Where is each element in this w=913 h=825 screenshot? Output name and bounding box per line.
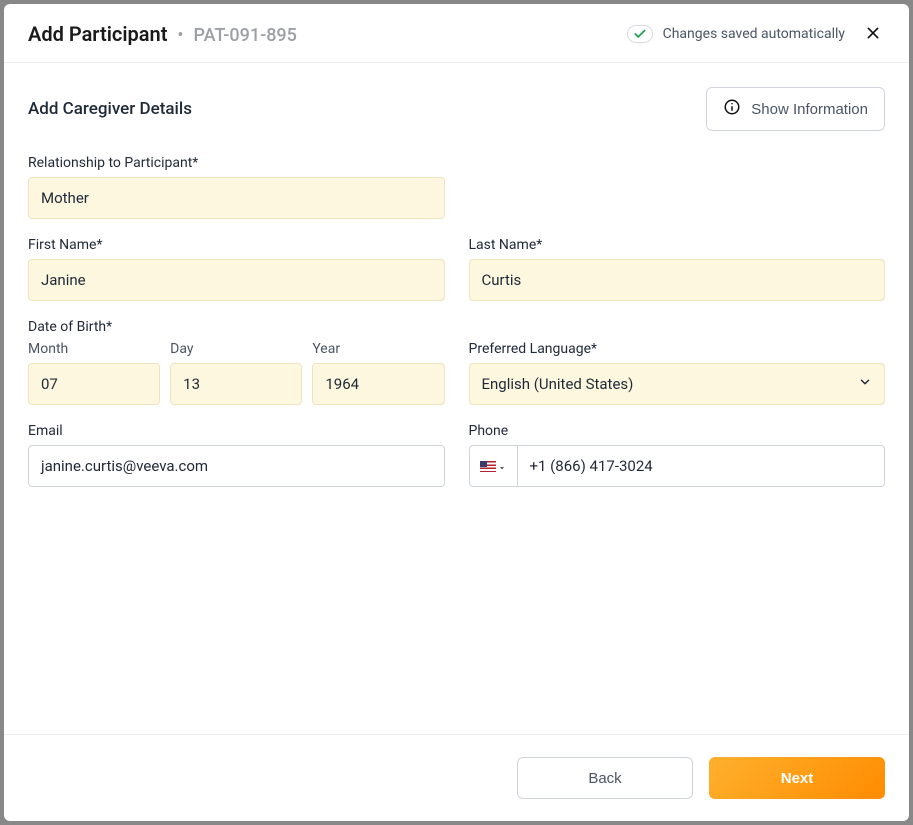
dob-year: Year 1964 xyxy=(312,341,444,405)
section-title: Add Caregiver Details xyxy=(28,99,192,119)
dob-year-input[interactable]: 1964 xyxy=(312,363,444,405)
phone-value: +1 (866) 417-3024 xyxy=(530,457,653,475)
chevron-down-icon xyxy=(858,375,872,393)
field-first-name: First Name* Janine xyxy=(28,237,445,301)
modal-body: Add Caregiver Details Show Information R… xyxy=(4,63,909,734)
next-label: Next xyxy=(781,770,814,787)
section-header: Add Caregiver Details Show Information xyxy=(28,87,885,131)
close-icon xyxy=(865,25,881,44)
dob-year-label: Year xyxy=(312,341,444,357)
phone-label: Phone xyxy=(469,423,886,439)
autosave-status: Changes saved automatically xyxy=(627,25,845,43)
email-input[interactable]: janine.curtis@veeva.com xyxy=(28,445,445,487)
dob-year-value: 1964 xyxy=(325,375,359,393)
dob-day: Day 13 xyxy=(170,341,302,405)
autosave-text: Changes saved automatically xyxy=(663,26,845,42)
first-name-value: Janine xyxy=(41,271,86,289)
relationship-value: Mother xyxy=(41,189,89,207)
last-name-value: Curtis xyxy=(482,271,522,289)
info-icon xyxy=(723,98,741,120)
email-value: janine.curtis@veeva.com xyxy=(41,457,208,475)
dob-group: Month 07 Day 13 Year 1964 xyxy=(28,341,445,405)
language-select[interactable]: English (United States) xyxy=(469,363,886,405)
first-name-input[interactable]: Janine xyxy=(28,259,445,301)
phone-group: +1 (866) 417-3024 xyxy=(469,445,886,487)
field-email: Email janine.curtis@veeva.com xyxy=(28,423,445,487)
language-value: English (United States) xyxy=(482,375,634,393)
relationship-input[interactable]: Mother xyxy=(28,177,445,219)
dob-month-value: 07 xyxy=(41,375,58,393)
title-separator: • xyxy=(177,25,183,46)
checkmark-icon xyxy=(627,25,653,43)
modal-title: Add Participant xyxy=(28,22,167,46)
dob-day-label: Day xyxy=(170,341,302,357)
dob-month-label: Month xyxy=(28,341,160,357)
field-relationship: Relationship to Participant* Mother xyxy=(28,155,445,219)
add-participant-modal: Add Participant • PAT-091-895 Changes sa… xyxy=(4,4,909,821)
last-name-input[interactable]: Curtis xyxy=(469,259,886,301)
field-last-name: Last Name* Curtis xyxy=(469,237,886,301)
flag-us-icon xyxy=(480,461,496,472)
show-information-button[interactable]: Show Information xyxy=(706,87,885,131)
dob-day-input[interactable]: 13 xyxy=(170,363,302,405)
field-phone: Phone +1 (866) 417-3024 xyxy=(469,423,886,487)
back-label: Back xyxy=(588,770,621,787)
modal-footer: Back Next xyxy=(4,734,909,821)
header-actions: Changes saved automatically xyxy=(627,22,885,46)
dob-day-value: 13 xyxy=(183,375,200,393)
header-title-group: Add Participant • PAT-091-895 xyxy=(28,22,297,46)
dob-label: Date of Birth* xyxy=(28,319,445,335)
form-grid: Relationship to Participant* Mother Firs… xyxy=(28,155,885,487)
participant-id: PAT-091-895 xyxy=(194,25,297,46)
email-label: Email xyxy=(28,423,445,439)
dob-month-input[interactable]: 07 xyxy=(28,363,160,405)
field-dob: Date of Birth* Month 07 Day 13 xyxy=(28,319,445,405)
field-language: Preferred Language* English (United Stat… xyxy=(469,319,886,405)
language-label: Preferred Language* xyxy=(469,341,886,357)
dob-month: Month 07 xyxy=(28,341,160,405)
relationship-label: Relationship to Participant* xyxy=(28,155,445,171)
first-name-label: First Name* xyxy=(28,237,445,253)
caret-down-icon xyxy=(498,457,506,476)
close-button[interactable] xyxy=(861,22,885,46)
last-name-label: Last Name* xyxy=(469,237,886,253)
show-information-label: Show Information xyxy=(751,101,868,118)
back-button[interactable]: Back xyxy=(517,757,693,799)
phone-input[interactable]: +1 (866) 417-3024 xyxy=(517,445,886,487)
modal-header: Add Participant • PAT-091-895 Changes sa… xyxy=(4,4,909,63)
next-button[interactable]: Next xyxy=(709,757,885,799)
phone-country-select[interactable] xyxy=(469,445,517,487)
